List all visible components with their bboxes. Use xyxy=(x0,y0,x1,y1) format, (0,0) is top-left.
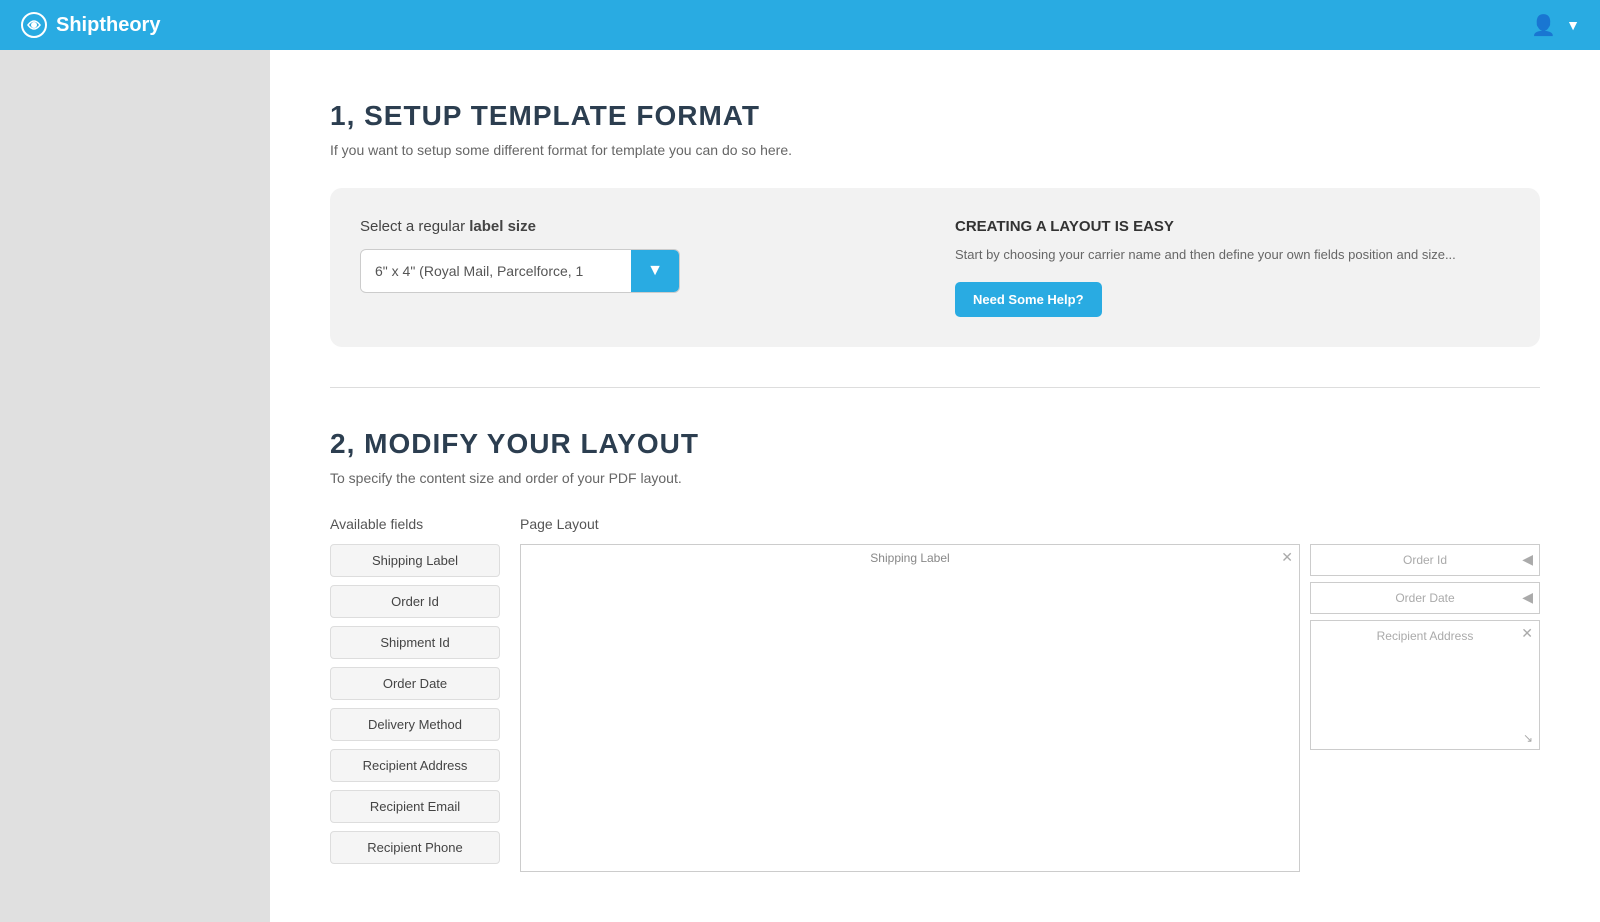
section1-subtitle: If you want to setup some different form… xyxy=(330,142,1540,158)
field-btn-recipient-address[interactable]: Recipient Address xyxy=(330,749,500,782)
setup-card: Select a regular label size ▼ CREATING A… xyxy=(330,188,1540,347)
order-date-resize-icon[interactable]: ◀ xyxy=(1522,589,1533,606)
available-fields-column: Available fields Shipping Label Order Id… xyxy=(330,516,500,872)
help-text: Start by choosing your carrier name and … xyxy=(955,245,1510,266)
label-size-label: Select a regular label size xyxy=(360,218,915,235)
chevron-down-icon[interactable]: ▼ xyxy=(1566,17,1580,33)
section2: 2, MODIFY YOUR LAYOUT To specify the con… xyxy=(330,428,1540,872)
main-content: 1, SETUP TEMPLATE FORMAT If you want to … xyxy=(270,50,1600,922)
field-btn-order-id[interactable]: Order Id xyxy=(330,585,500,618)
order-id-box: Order Id ◀ xyxy=(1310,544,1540,576)
page-layout-label: Page Layout xyxy=(520,516,1540,532)
label-size-dropdown-button[interactable]: ▼ xyxy=(631,250,679,292)
recipient-address-close-icon[interactable]: ✕ xyxy=(1521,625,1533,642)
header: Shiptheory 👤 ▼ xyxy=(0,0,1600,50)
label-size-input[interactable] xyxy=(361,251,631,291)
section2-subtitle: To specify the content size and order of… xyxy=(330,470,1540,486)
recipient-address-resize-handle[interactable]: ↘ xyxy=(1523,731,1533,745)
field-btn-shipping-label[interactable]: Shipping Label xyxy=(330,544,500,577)
section-divider xyxy=(330,387,1540,388)
field-btn-delivery-method[interactable]: Delivery Method xyxy=(330,708,500,741)
page-layout-column: Page Layout Shipping Label ✕ Order Id xyxy=(520,516,1540,872)
need-help-button[interactable]: Need Some Help? xyxy=(955,282,1102,317)
shipping-label-box-label: Shipping Label xyxy=(870,551,949,565)
shipping-label-close-icon[interactable]: ✕ xyxy=(1281,549,1293,566)
field-btn-recipient-email[interactable]: Recipient Email xyxy=(330,790,500,823)
order-id-box-label: Order Id xyxy=(1403,553,1447,567)
help-title: CREATING A LAYOUT IS EASY xyxy=(955,218,1510,235)
fields-layout: Available fields Shipping Label Order Id… xyxy=(330,516,1540,872)
available-fields-label: Available fields xyxy=(330,516,500,532)
user-icon[interactable]: 👤 xyxy=(1531,13,1556,38)
setup-left: Select a regular label size ▼ xyxy=(360,218,915,317)
layout-boxes: Shipping Label ✕ Order Id ◀ Order xyxy=(520,544,1540,872)
field-btn-recipient-phone[interactable]: Recipient Phone xyxy=(330,831,500,864)
logo-icon xyxy=(20,11,48,39)
header-right: 👤 ▼ xyxy=(1531,13,1580,38)
order-date-box-label: Order Date xyxy=(1395,591,1454,605)
shipping-label-box: Shipping Label ✕ xyxy=(520,544,1300,872)
recipient-address-box: Recipient Address ✕ ↘ xyxy=(1310,620,1540,750)
page-layout-wrapper: Page Layout Shipping Label ✕ Order Id xyxy=(520,516,1540,872)
page-layout: 1, SETUP TEMPLATE FORMAT If you want to … xyxy=(0,50,1600,922)
setup-right: CREATING A LAYOUT IS EASY Start by choos… xyxy=(955,218,1510,317)
recipient-address-box-label: Recipient Address xyxy=(1377,629,1474,643)
logo-text: Shiptheory xyxy=(56,14,160,37)
section1-title: 1, SETUP TEMPLATE FORMAT xyxy=(330,100,1540,132)
sidebar xyxy=(0,50,270,922)
order-id-resize-icon[interactable]: ◀ xyxy=(1522,551,1533,568)
label-size-select-wrapper: ▼ xyxy=(360,249,680,293)
field-btn-order-date[interactable]: Order Date xyxy=(330,667,500,700)
field-btn-shipment-id[interactable]: Shipment Id xyxy=(330,626,500,659)
logo: Shiptheory xyxy=(20,11,160,39)
right-boxes: Order Id ◀ Order Date ◀ Recipient Addres… xyxy=(1310,544,1540,872)
order-date-box: Order Date ◀ xyxy=(1310,582,1540,614)
section2-title: 2, MODIFY YOUR LAYOUT xyxy=(330,428,1540,460)
